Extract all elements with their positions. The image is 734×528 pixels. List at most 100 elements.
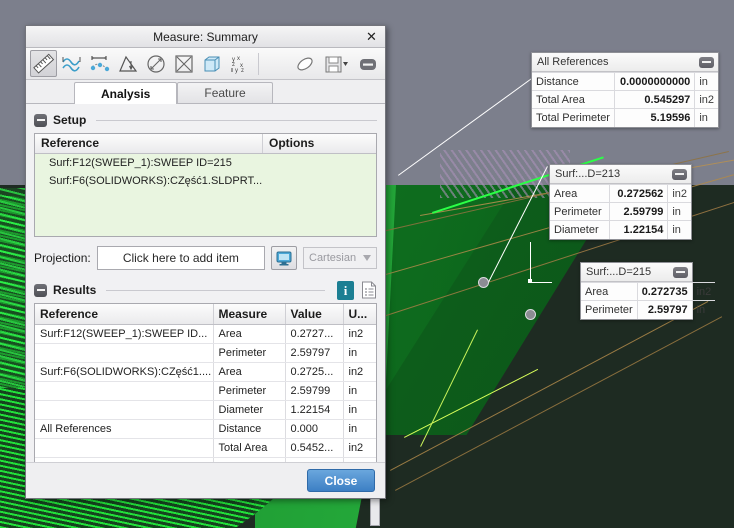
cell-value: 2.59799 (285, 381, 344, 401)
cell-value: 0.2725... (285, 362, 344, 382)
info-icon[interactable]: i (337, 280, 354, 300)
callout-row-value: 5.19596 (614, 108, 696, 127)
coordinate-system-value: Cartesian (309, 252, 357, 264)
callout-row: Total Area 0.545297 in2 (532, 90, 718, 109)
table-row[interactable]: Perimeter 2.59797 in (35, 343, 376, 363)
cell-reference: All References (35, 419, 214, 439)
setup-grid-header: Reference Options (35, 134, 376, 154)
callout-row-unit: in (694, 108, 718, 127)
results-section-label: Results (53, 283, 97, 297)
measure-summary-icon[interactable] (30, 50, 57, 77)
callout-row-value: 0.272562 (609, 184, 669, 203)
tab-analysis[interactable]: Analysis (74, 82, 178, 104)
collapse-icon[interactable] (34, 283, 47, 297)
measure-transform-icon[interactable]: y x z x y z (226, 50, 253, 77)
cell-value: 0.000 (285, 419, 344, 439)
results-column-value[interactable]: Value (285, 304, 344, 325)
cell-reference: Surf:F12(SWEEP_1):SWEEP ID... (35, 324, 214, 344)
callout-row: Perimeter 2.59797 in (581, 300, 716, 319)
cell-measure: Total Area (213, 438, 286, 458)
results-grid[interactable]: Reference Measure Value U... Surf:F12(SW… (34, 303, 377, 462)
callout-row-label: Total Perimeter (532, 108, 615, 127)
measure-distance-icon[interactable] (86, 50, 113, 77)
callout-row-value: 1.22154 (609, 220, 669, 239)
table-row[interactable]: Surf:F6(SOLIDWORKS):CZęść1.... Area 0.27… (35, 362, 376, 382)
callout-all-references[interactable]: All References Distance 0.0000000000 in … (531, 52, 719, 128)
clear-icon[interactable] (291, 50, 318, 77)
callout-surface-215[interactable]: Surf:...D=215 Area 0.272735 in2 Perimete… (580, 262, 716, 320)
callout-row: Perimeter 2.59799 in (550, 202, 691, 221)
minimize-icon[interactable] (354, 50, 381, 77)
callout-row: Diameter 1.22154 in (550, 220, 691, 239)
results-header-row: Reference Measure Value U... (35, 304, 376, 325)
cell-value: 1.22154 (285, 400, 344, 420)
dialog-tabs[interactable]: Analysis Feature (26, 80, 385, 104)
cell-value: 0.2727... (285, 324, 344, 344)
save-icon[interactable] (319, 50, 353, 77)
callout-row-unit: in2 (694, 90, 718, 109)
results-column-reference[interactable]: Reference (35, 304, 214, 325)
table-row[interactable]: Diameter 1.22154 in (35, 400, 376, 420)
cell-reference (35, 400, 214, 420)
callout-surface-213[interactable]: Surf:...D=213 Area 0.272562 in2 Perimete… (549, 164, 692, 240)
measure-dialog[interactable]: Measure: Summary ✕ y x z x y z Analysis … (25, 25, 386, 499)
minimize-icon[interactable] (672, 168, 687, 180)
measure-curve-icon[interactable] (58, 50, 85, 77)
callout-row-unit: in (667, 202, 691, 221)
measure-diameter-icon[interactable] (142, 50, 169, 77)
tab-feature[interactable]: Feature (177, 82, 273, 103)
coordinate-system-select[interactable]: Cartesian (303, 247, 377, 269)
cell-unit: in (343, 400, 376, 420)
measure-toolbar[interactable]: y x z x y z (26, 48, 385, 80)
setup-row[interactable]: Surf:F6(SOLIDWORKS):CZęść1.SLDPRT... (35, 172, 376, 190)
dialog-titlebar[interactable]: Measure: Summary ✕ (26, 26, 385, 48)
callout-row-label: Perimeter (581, 300, 638, 319)
cell-reference (35, 343, 214, 363)
setup-column-reference: Reference (35, 134, 263, 153)
measure-angle-icon[interactable] (114, 50, 141, 77)
setup-reference-grid[interactable]: Reference Options Surf:F12(SWEEP_1):SWEE… (34, 133, 377, 237)
measure-volume-icon[interactable] (198, 50, 225, 77)
minimize-icon[interactable] (673, 266, 688, 278)
results-table: Reference Measure Value U... Surf:F12(SW… (35, 304, 376, 462)
close-button[interactable]: Close (307, 469, 375, 492)
callout-anchor-dot-1 (478, 277, 489, 288)
callout-row-label: Total Area (532, 90, 615, 109)
callout-row-unit: in (667, 220, 691, 239)
results-column-measure[interactable]: Measure (213, 304, 286, 325)
cell-unit: in2 (343, 324, 376, 344)
projection-input[interactable]: Click here to add item (96, 246, 265, 270)
table-row[interactable]: Surf:F12(SWEEP_1):SWEEP ID... Area 0.272… (35, 324, 376, 344)
results-section-header: Results i (34, 280, 377, 300)
table-row[interactable]: All References Distance 0.000 in (35, 419, 376, 439)
dialog-body: Setup Reference Options Surf:F12(SWEEP_1… (26, 104, 385, 462)
results-column-units[interactable]: U... (343, 304, 376, 325)
collapse-icon[interactable] (34, 113, 47, 127)
callout-table: Distance 0.0000000000 in Total Area 0.54… (532, 72, 718, 127)
minimize-icon[interactable] (699, 56, 714, 68)
results-section: Results i Reference Measure Value U... S… (34, 280, 377, 462)
callout-leader-line-3 (530, 282, 552, 283)
cell-measure: Area (213, 324, 286, 344)
table-row[interactable]: Total Area 0.5452... in2 (35, 438, 376, 458)
report-icon[interactable] (361, 281, 377, 299)
cell-unit: in2 (343, 362, 376, 382)
setup-section-header: Setup (34, 110, 377, 130)
setup-grid-rows: Surf:F12(SWEEP_1):SWEEP ID=215 Surf:F6(S… (35, 154, 376, 236)
callout-row: Total Perimeter 5.19596 in (532, 108, 718, 127)
callout-row-unit: in2 (667, 184, 691, 203)
measure-area-icon[interactable] (170, 50, 197, 77)
projection-display-icon[interactable] (271, 246, 297, 270)
callout-row-unit: in (692, 300, 716, 319)
svg-text:z: z (241, 68, 244, 74)
close-icon[interactable]: ✕ (364, 29, 379, 44)
callout-row: Area 0.272735 in2 (581, 282, 716, 301)
table-row[interactable]: Perimeter 2.59799 in (35, 381, 376, 401)
callout-header: Surf:...D=215 (581, 263, 692, 282)
callout-row-label: Area (550, 184, 610, 203)
callout-anchor-dot-2 (525, 309, 536, 320)
callout-row-value: 2.59797 (636, 300, 693, 319)
callout-table: Area 0.272735 in2 Perimeter 2.59797 in (581, 282, 716, 319)
setup-row[interactable]: Surf:F12(SWEEP_1):SWEEP ID=215 (35, 154, 376, 172)
section-divider (106, 289, 325, 291)
